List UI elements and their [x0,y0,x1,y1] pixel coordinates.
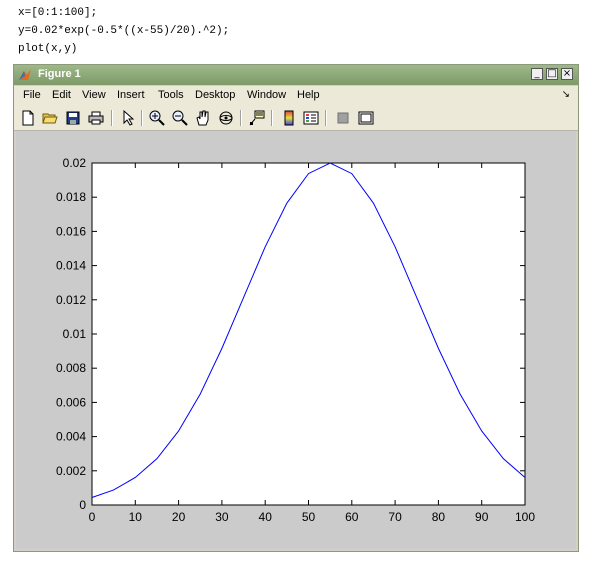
edit-plot-arrow-icon[interactable] [119,109,137,127]
pan-hand-icon[interactable] [194,109,212,127]
x-tick-label: 0 [89,510,96,524]
insert-colorbar-icon[interactable] [280,109,298,127]
y-tick-label: 0.01 [63,327,87,341]
x-tick-label: 30 [215,510,229,524]
x-tick-label: 40 [259,510,273,524]
x-tick-label: 80 [432,510,446,524]
y-tick-label: 0.006 [56,395,86,409]
menu-window[interactable]: Window [247,89,286,101]
maximize-icon[interactable]: □ [546,68,558,80]
toolbar-separator [141,110,143,126]
x-tick-label: 100 [515,510,535,524]
menu-insert[interactable]: Insert [117,89,145,101]
x-tick-label: 60 [345,510,359,524]
menu-view[interactable]: View [82,89,106,101]
menu-tools[interactable]: Tools [158,89,184,101]
x-tick-label: 90 [475,510,489,524]
y-tick-label: 0.02 [63,156,87,170]
close-icon[interactable]: × [561,68,573,80]
toolbar-separator [325,110,327,126]
code-line: y=0.02*exp(-0.5*((x-55)/20).^2); [18,25,230,37]
save-icon[interactable] [64,109,82,127]
show-plot-tools-icon[interactable] [357,109,375,127]
menu-desktop[interactable]: Desktop [195,89,235,101]
zoom-in-icon[interactable] [148,109,166,127]
figure-window: Figure 1 _ □ × File Edit View Insert Too… [13,64,579,552]
y-tick-label: 0.008 [56,361,86,375]
zoom-out-icon[interactable] [171,109,189,127]
hide-plot-tools-icon[interactable] [334,109,352,127]
toolbar-separator [271,110,273,126]
code-line: plot(x,y) [18,43,78,55]
title-bar[interactable]: Figure 1 _ □ × [14,65,578,85]
y-tick-label: 0.002 [56,464,86,478]
x-tick-label: 70 [388,510,402,524]
y-tick-label: 0.012 [56,293,86,307]
print-icon[interactable] [87,109,105,127]
y-tick-label: 0.004 [56,430,86,444]
rotate-3d-icon[interactable] [217,109,235,127]
line-plot[interactable]: 0 10 20 30 40 50 60 70 80 90 100 0 0.002 0.004 0.006 0.… [16,131,576,549]
x-tick-label: 20 [172,510,186,524]
window-title: Figure 1 [38,68,81,80]
menu-help[interactable]: Help [297,89,320,101]
command-code: x=[0:1:100]; y=0.02*exp(-0.5*((x-55)/20)… [18,4,229,58]
open-file-icon[interactable] [41,109,59,127]
new-figure-icon[interactable] [19,109,37,127]
x-tick-label: 10 [129,510,143,524]
matlab-logo-icon [19,69,31,80]
y-tick-label: 0.014 [56,259,86,273]
menu-file[interactable]: File [23,89,41,101]
toolbar-separator [240,110,242,126]
menu-edit[interactable]: Edit [52,89,71,101]
axes-box [91,162,526,506]
y-tick-label: 0 [79,498,86,512]
data-cursor-icon[interactable] [248,109,266,127]
figure-area: 0 10 20 30 40 50 60 70 80 90 100 0 0.002 0.004 0.006 0.… [16,131,576,549]
x-tick-label: 50 [302,510,316,524]
menu-bar: File Edit View Insert Tools Desktop Wind… [14,86,578,106]
dock-arrow-icon[interactable]: ↘ [562,89,570,100]
y-tick-label: 0.018 [56,190,86,204]
code-line: x=[0:1:100]; [18,7,98,19]
toolbar [14,106,578,131]
toolbar-separator [111,110,113,126]
insert-legend-icon[interactable] [302,109,320,127]
minimize-icon[interactable]: _ [531,68,543,80]
y-tick-label: 0.016 [56,224,86,238]
